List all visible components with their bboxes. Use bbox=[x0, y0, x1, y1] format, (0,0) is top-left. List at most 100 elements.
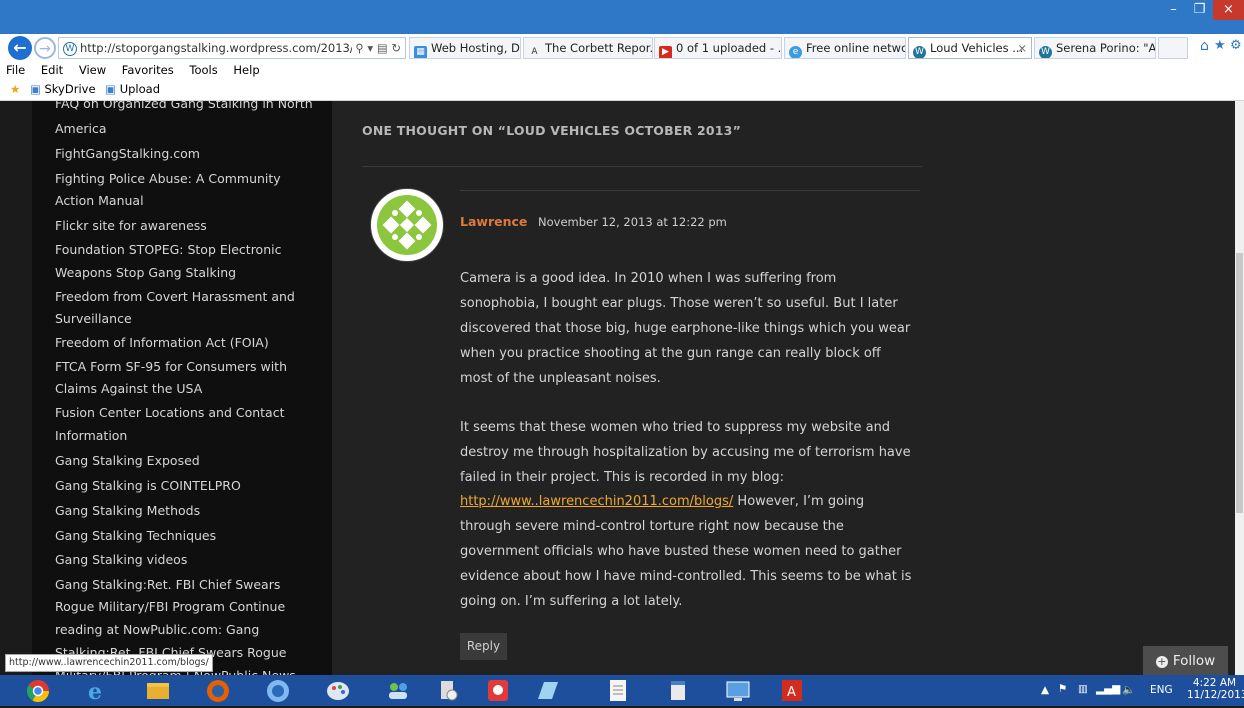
text-editor-icon[interactable] bbox=[656, 677, 700, 704]
sidebar-link[interactable]: Flickr site for awareness bbox=[55, 218, 207, 233]
favorite-upload[interactable]: Upload bbox=[120, 82, 160, 96]
clock-time: 4:22 AM bbox=[1192, 677, 1237, 689]
new-tab-button[interactable] bbox=[1158, 37, 1188, 59]
maximize-button[interactable]: ❐ bbox=[1186, 0, 1213, 20]
sidebar-link[interactable]: Surveillance bbox=[55, 311, 132, 326]
paint-icon[interactable] bbox=[316, 677, 360, 704]
avatar[interactable] bbox=[370, 188, 444, 262]
blog-link[interactable]: http://www..lawrencechin2011.com/blogs/ bbox=[460, 494, 733, 509]
tab-label: The Corbett Repor... bbox=[545, 41, 653, 55]
sidebar-link[interactable]: FTCA Form SF-95 for Consumers with bbox=[55, 359, 287, 374]
reply-button[interactable]: Reply bbox=[460, 633, 507, 660]
favorites-star-icon[interactable]: ★ bbox=[1214, 38, 1226, 53]
back-button[interactable]: ← bbox=[8, 36, 32, 60]
sidebar-link[interactable]: Fighting Police Abuse: A Community bbox=[55, 171, 281, 186]
sidebar-link[interactable]: Gang Stalking:Ret. FBI Chief Swears bbox=[55, 577, 280, 592]
menu-tools[interactable]: Tools bbox=[189, 63, 217, 77]
sidebar-link[interactable]: Gang Stalking Methods bbox=[55, 503, 200, 518]
sidebar-link[interactable]: America bbox=[55, 121, 107, 136]
document-tool-icon[interactable] bbox=[426, 677, 470, 704]
tab-serena-porino[interactable]: W Serena Porino: "Ar... bbox=[1034, 37, 1156, 59]
sidebar-link[interactable]: Action Manual bbox=[55, 193, 144, 208]
close-window-button[interactable]: × bbox=[1213, 0, 1244, 20]
file-explorer-icon[interactable] bbox=[136, 677, 180, 704]
firefox-icon[interactable] bbox=[196, 677, 240, 704]
status-url: http://www..lawrencechin2011.com/blogs/ bbox=[5, 654, 213, 672]
language-indicator[interactable]: ENG bbox=[1150, 684, 1173, 696]
sidebar-link[interactable]: Claims Against the USA bbox=[55, 381, 202, 396]
internet-explorer-icon[interactable]: e bbox=[76, 677, 120, 705]
sidebar-link[interactable]: Weapons Stop Gang Stalking bbox=[55, 265, 236, 280]
address-controls[interactable]: ⚲ ▾ ▤ ↻ bbox=[352, 38, 401, 58]
clock-date: 11/12/2013 bbox=[1187, 689, 1244, 701]
comments-heading: ONE THOUGHT ON “LOUD VEHICLES OCTOBER 20… bbox=[362, 123, 741, 138]
sidebar-link[interactable]: Gang Stalking is COINTELPRO bbox=[55, 478, 241, 493]
page-icon: ▣ bbox=[29, 82, 41, 96]
sidebar-link[interactable]: Gang Stalking Techniques bbox=[55, 528, 216, 543]
web-page: FAQ on Organized Gang Stalking in North A… bbox=[0, 101, 1235, 675]
tab-close-icon[interactable]: × bbox=[1017, 38, 1027, 58]
forward-button[interactable]: → bbox=[34, 37, 56, 59]
sidebar-link[interactable]: Rogue Military/FBI Program Continue bbox=[55, 599, 285, 614]
tab-free-online-network[interactable]: e Free online networ... bbox=[784, 37, 906, 59]
sidebar-link[interactable]: Gang Stalking videos bbox=[55, 552, 187, 567]
sidebar-link[interactable]: Foundation STOPEG: Stop Electronic bbox=[55, 242, 281, 257]
menu-help[interactable]: Help bbox=[233, 63, 259, 77]
divider bbox=[362, 166, 922, 167]
tab-loud-vehicles[interactable]: W Loud Vehicles ... × bbox=[908, 37, 1032, 59]
taskbar: e A ▲ ⚑ ▥ ▂▄▆ 🔈 ENG 4:22 AM 11/12/2013 bbox=[0, 675, 1244, 706]
gear-icon[interactable]: ⚙ bbox=[1230, 38, 1242, 53]
page-icon: ▣ bbox=[105, 82, 117, 96]
comment-date[interactable]: November 12, 2013 at 12:22 pm bbox=[538, 215, 727, 229]
sidebar-link[interactable]: Freedom from Covert Harassment and bbox=[55, 289, 295, 304]
favorites-star-add-icon[interactable]: ★ bbox=[10, 82, 20, 96]
notes-icon[interactable] bbox=[526, 677, 570, 704]
home-icon[interactable]: ⌂ bbox=[1200, 38, 1209, 54]
comment-text-line: It seems that these women who tried to s… bbox=[460, 420, 891, 435]
volume-icon[interactable]: 🔈 bbox=[1122, 683, 1135, 696]
tray-arrow-icon[interactable]: ▲ bbox=[1041, 684, 1049, 696]
sidebar-link[interactable]: reading at NowPublic.com: Gang bbox=[55, 622, 259, 637]
sidebar-link[interactable]: Gang Stalking Exposed bbox=[55, 453, 200, 468]
tab-label: Loud Vehicles ... bbox=[930, 41, 1024, 55]
address-url: http://stoporgangstalking.wordpress.com/… bbox=[80, 41, 369, 55]
media-player-icon[interactable] bbox=[256, 677, 300, 704]
tab-youtube-upload[interactable]: ▶ 0 of 1 uploaded - ... bbox=[654, 37, 782, 59]
sidebar-link[interactable]: FightGangStalking.com bbox=[55, 146, 200, 161]
comment-text-line: Camera is a good idea. In 2010 when I wa… bbox=[460, 271, 837, 286]
clock[interactable]: 4:22 AM 11/12/2013 bbox=[1187, 677, 1244, 701]
page-scrollbar[interactable] bbox=[1235, 101, 1244, 675]
comment-author[interactable]: Lawrence bbox=[460, 214, 527, 229]
signal-icon[interactable]: ▂▄▆ bbox=[1096, 683, 1120, 695]
menu-favorites[interactable]: Favorites bbox=[122, 63, 174, 77]
comments-area: ONE THOUGHT ON “LOUD VEHICLES OCTOBER 20… bbox=[332, 101, 1235, 675]
menu-edit[interactable]: Edit bbox=[41, 63, 63, 77]
menu-bar: File Edit View Favorites Tools Help bbox=[0, 62, 1244, 79]
comment-text-line: most of the unpleasant noises. bbox=[460, 371, 661, 386]
pdf-icon[interactable]: A bbox=[770, 677, 814, 704]
sidebar-link[interactable]: Information bbox=[55, 428, 127, 443]
follow-button[interactable]: + Follow bbox=[1143, 646, 1228, 676]
tab-corbett-report[interactable]: A The Corbett Repor... bbox=[523, 37, 653, 59]
document-icon[interactable] bbox=[596, 677, 640, 704]
comment-text-line: destroy me through hospitalization by ac… bbox=[460, 445, 911, 460]
sidebar-link[interactable]: Fusion Center Locations and Contact bbox=[55, 405, 284, 420]
minimize-button[interactable]: – bbox=[1160, 0, 1187, 20]
tab-web-hosting[interactable]: ▦ Web Hosting, Do... bbox=[409, 37, 521, 59]
people-icon[interactable] bbox=[376, 677, 420, 704]
menu-file[interactable]: File bbox=[6, 63, 25, 77]
menu-view[interactable]: View bbox=[79, 63, 106, 77]
address-bar[interactable]: Whttp://stoporgangstalking.wordpress.com… bbox=[58, 37, 406, 59]
plus-circle-icon: + bbox=[1155, 655, 1168, 668]
red-app-icon[interactable] bbox=[476, 677, 520, 704]
sidebar-link[interactable]: Freedom of Information Act (FOIA) bbox=[55, 335, 269, 350]
scrollbar-thumb[interactable] bbox=[1236, 253, 1243, 513]
favorite-skydrive[interactable]: SkyDrive bbox=[45, 82, 96, 96]
comment-text-tail: However, I’m going bbox=[733, 494, 865, 509]
chrome-icon[interactable] bbox=[16, 677, 60, 704]
divider bbox=[460, 190, 920, 191]
screen-icon[interactable] bbox=[716, 677, 760, 704]
flag-icon[interactable]: ⚑ bbox=[1058, 683, 1067, 695]
sidebar-link[interactable]: FAQ on Organized Gang Stalking in North bbox=[55, 101, 313, 111]
network-icon[interactable]: ▥ bbox=[1078, 683, 1088, 695]
